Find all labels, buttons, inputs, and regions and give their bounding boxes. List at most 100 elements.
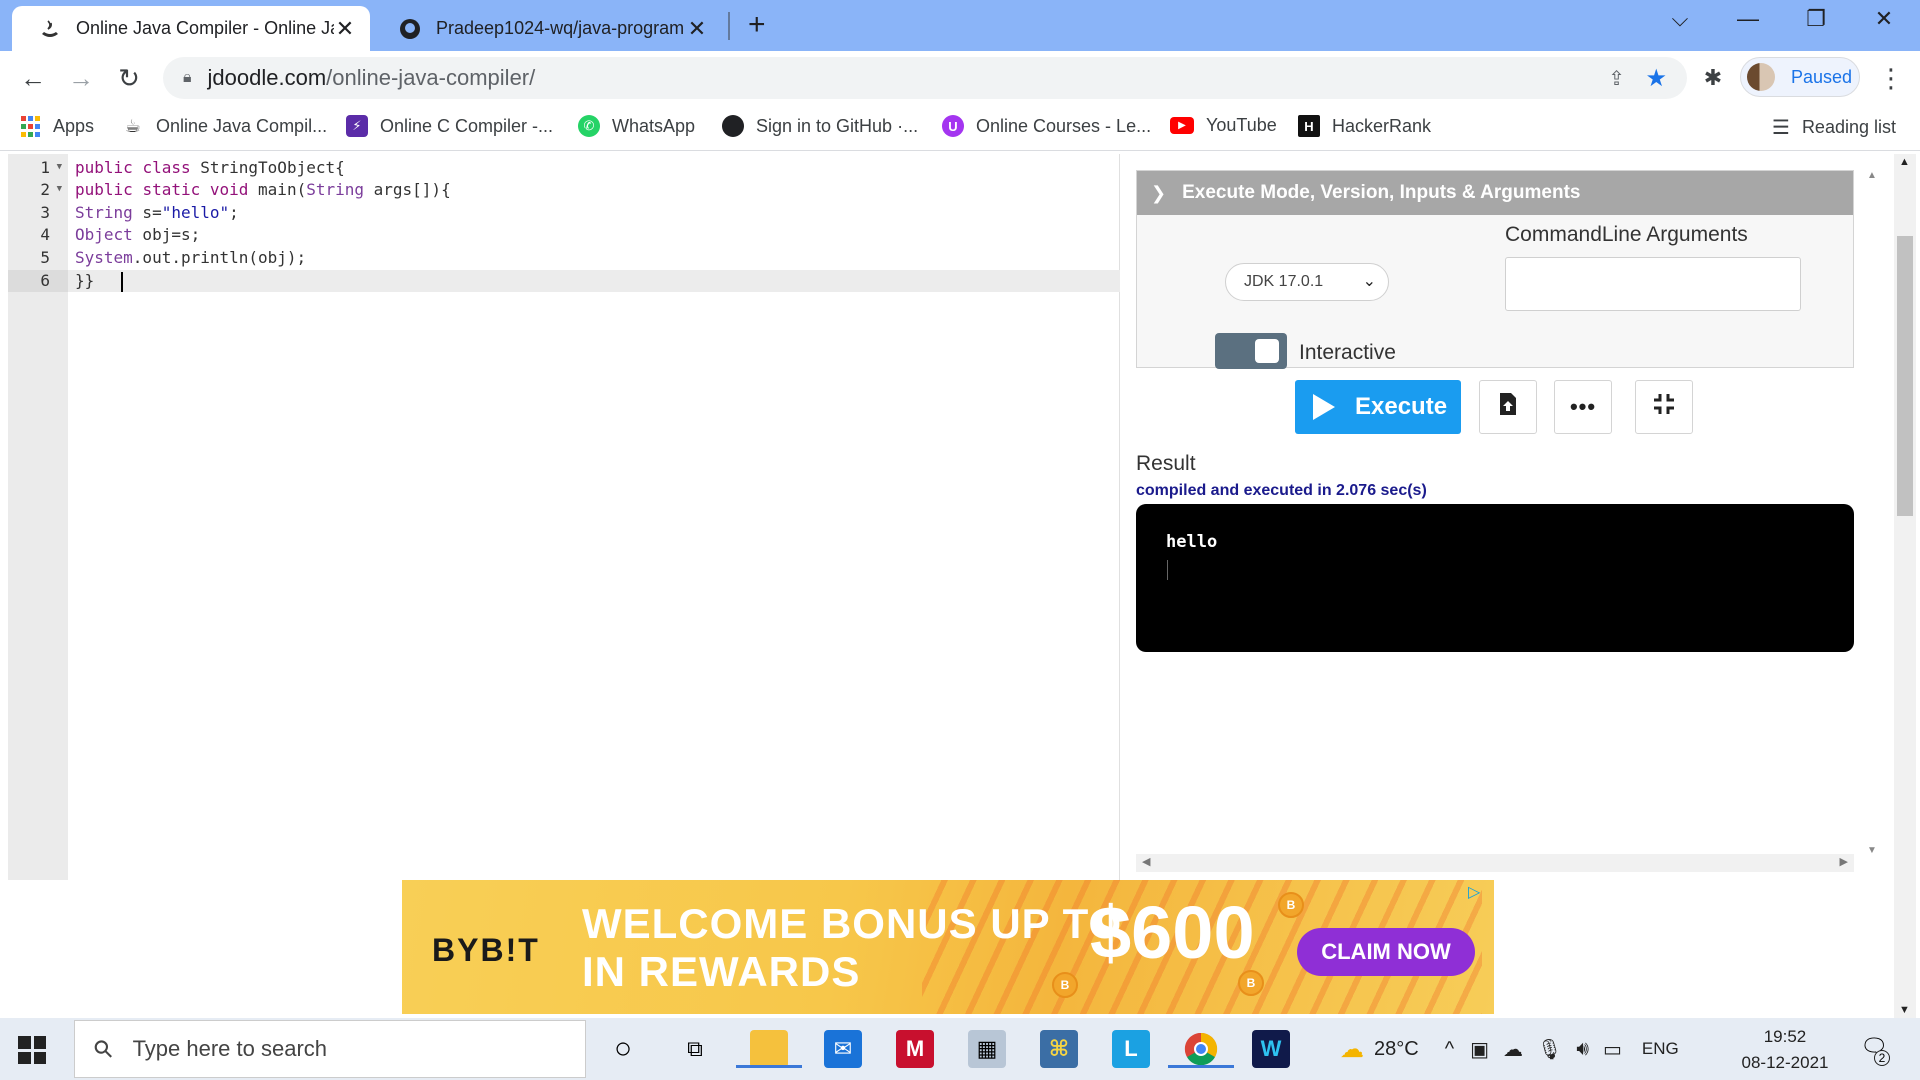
system-tray: ☁ 28°C ^ ▣ ☁ 🎙︎ 🔊︎ ▭ ENG (1340, 1018, 1679, 1080)
ad-headline-line-2: IN REWARDS (582, 948, 861, 995)
tab-title: Online Java Compiler - Online Ja (76, 18, 334, 38)
execute-button[interactable]: Execute (1295, 380, 1461, 434)
close-window-button[interactable]: ✕ (1854, 6, 1914, 32)
more-options-button[interactable]: ••• (1554, 380, 1612, 434)
scroll-down-icon[interactable]: ▼ (1899, 1004, 1910, 1016)
chrome-icon[interactable] (1168, 1030, 1234, 1068)
meet-now-icon[interactable]: ▣ (1470, 1037, 1489, 1062)
volume-icon[interactable]: 🔊︎ (1576, 1038, 1589, 1061)
forward-button[interactable]: → (64, 61, 98, 95)
l-app-icon[interactable]: L (1112, 1030, 1150, 1068)
console-caret (1167, 560, 1168, 580)
bookmark-hackerrank[interactable]: H HackerRank (1298, 115, 1431, 137)
tab-online-java-compiler[interactable]: Online Java Compiler - Online Ja ✕ (12, 6, 370, 51)
bookmark-whatsapp[interactable]: ✆ WhatsApp (578, 115, 695, 137)
mcafee-icon[interactable]: M (896, 1030, 934, 1068)
collapse-button[interactable] (1635, 380, 1693, 434)
bookmark-label: Sign in to GitHub ·... (756, 115, 919, 136)
horizontal-scrollbar[interactable]: ◀ ▶ (1136, 854, 1854, 872)
file-explorer-icon[interactable] (736, 1030, 802, 1068)
close-tab-icon[interactable]: ✕ (686, 16, 708, 42)
bookmark-github[interactable]: Sign in to GitHub ·... (722, 115, 918, 137)
play-icon (1313, 394, 1335, 420)
claim-now-button[interactable]: CLAIM NOW (1297, 928, 1475, 976)
result-status: compiled and executed in 2.076 sec(s) (1136, 482, 1427, 499)
java-icon: ☕︎ (124, 115, 142, 136)
new-tab-button[interactable]: + (748, 8, 766, 42)
minimize-button[interactable]: — (1718, 6, 1778, 32)
upload-file-button[interactable] (1479, 380, 1537, 434)
tab-separator (728, 12, 730, 40)
fold-arrow-icon[interactable]: ▼ (57, 162, 62, 172)
reload-button[interactable]: ↻ (112, 61, 146, 95)
temperature[interactable]: 28°C (1374, 1038, 1419, 1061)
jdk-version-select[interactable]: JDK 17.0.1 ⌄ (1225, 263, 1389, 301)
bookmark-online-courses[interactable]: U Online Courses - Le... (942, 115, 1151, 137)
address-bar[interactable]: 🔒︎ jdoodle.com/online-java-compiler/ ⇪ ★ (163, 57, 1687, 99)
adchoices-icon[interactable]: ▷ (1468, 882, 1488, 902)
input-language[interactable]: ENG (1642, 1039, 1679, 1059)
bookmark-youtube[interactable]: ▶ YouTube (1170, 115, 1277, 136)
share-icon[interactable]: ⇪ (1608, 66, 1625, 91)
interactive-label: Interactive (1299, 341, 1396, 364)
whatsapp-icon: ✆ (578, 115, 600, 137)
search-placeholder: Type here to search (132, 1036, 328, 1061)
profile-button[interactable]: Paused (1740, 57, 1860, 97)
microphone-icon[interactable]: 🎙︎ (1537, 1037, 1562, 1062)
scroll-left-icon[interactable]: ◀ (1142, 855, 1150, 868)
tab-search-icon[interactable]: ⌵ (1650, 6, 1710, 32)
cmd-args-input[interactable] (1505, 257, 1801, 311)
scroll-up-icon[interactable]: ▲ (1867, 170, 1877, 181)
weather-icon[interactable]: ☁ (1340, 1035, 1364, 1064)
battery-icon[interactable]: ▭ (1603, 1037, 1622, 1062)
output-console[interactable]: hello (1136, 504, 1854, 652)
ad-bonus-amount: $600 (1090, 891, 1255, 974)
settings-header[interactable]: ❯ Execute Mode, Version, Inputs & Argume… (1137, 171, 1853, 215)
menu-kebab-icon[interactable]: ⋮ (1874, 61, 1908, 95)
webex-icon[interactable]: W (1252, 1030, 1290, 1068)
page-scrollbar[interactable]: ▲ ▼ (1894, 154, 1916, 1018)
photos-icon[interactable]: ▦ (968, 1030, 1006, 1068)
task-view-icon[interactable]: ⧉ (676, 1030, 714, 1068)
tab-github-java-program[interactable]: Pradeep1024-wq/java-program ✕ (372, 6, 722, 51)
github-icon (722, 115, 744, 137)
windows-start-icon[interactable] (18, 1036, 46, 1064)
bookmark-apps[interactable]: Apps (20, 115, 94, 137)
scroll-up-icon[interactable]: ▲ (1899, 156, 1910, 168)
url-path: /online-java-compiler/ (326, 65, 536, 90)
scroll-right-icon[interactable]: ▶ (1840, 855, 1848, 868)
extensions-icon[interactable]: ✱ (1696, 61, 1730, 95)
interactive-toggle[interactable] (1215, 333, 1287, 369)
panel-vertical-scrollbar[interactable]: ▲ ▼ (1867, 170, 1881, 856)
code-editor[interactable]: 1 ▼ 2 ▼ 3 4 5 6 public class StringToObjec… (8, 154, 1120, 880)
tab-title: Pradeep1024-wq/java-program (436, 18, 685, 38)
onedrive-icon[interactable]: ☁ (1503, 1037, 1523, 1062)
ellipsis-icon: ••• (1569, 394, 1597, 419)
active-line-highlight (68, 270, 1120, 292)
result-heading: Result (1136, 452, 1196, 475)
compress-icon (1652, 392, 1676, 422)
mail-icon[interactable]: ✉ (824, 1030, 862, 1068)
notifications-icon[interactable]: 🗨︎ 2 (1858, 1034, 1890, 1066)
bookmark-star-icon[interactable]: ★ (1645, 64, 1667, 93)
bookmark-label: YouTube (1206, 115, 1277, 135)
scrollbar-thumb[interactable] (1897, 236, 1913, 516)
clock[interactable]: 19:52 08-12-2021 (1730, 1024, 1840, 1076)
taskbar-search-input[interactable]: ⚲ Type here to search (74, 1020, 586, 1078)
reading-list-button[interactable]: ☰ Reading list (1772, 115, 1896, 140)
bookmark-online-java-compiler[interactable]: ☕︎ Online Java Compil... (122, 115, 327, 137)
active-indicator (736, 1065, 802, 1068)
show-hidden-icons[interactable]: ^ (1445, 1038, 1454, 1061)
reading-list-icon: ☰ (1772, 117, 1790, 139)
restore-button[interactable]: ❐ (1786, 6, 1846, 32)
close-tab-icon[interactable]: ✕ (334, 16, 356, 42)
bookmark-online-c-compiler[interactable]: ⚡︎ Online C Compiler -... (346, 115, 553, 137)
ad-banner[interactable]: BYB!T WELCOME BONUS UP TO IN REWARDS $60… (402, 880, 1494, 1014)
back-button[interactable]: ← (16, 61, 50, 95)
bookmarks-bar: Apps ☕︎ Online Java Compil... ⚡︎ Online … (0, 105, 1920, 151)
fold-arrow-icon[interactable]: ▼ (57, 184, 62, 194)
python-icon[interactable]: ⌘ (1040, 1030, 1078, 1068)
lock-icon: 🔒︎ (183, 69, 192, 86)
scroll-down-icon[interactable]: ▼ (1867, 845, 1877, 856)
cortana-icon[interactable]: ○ (604, 1030, 642, 1068)
